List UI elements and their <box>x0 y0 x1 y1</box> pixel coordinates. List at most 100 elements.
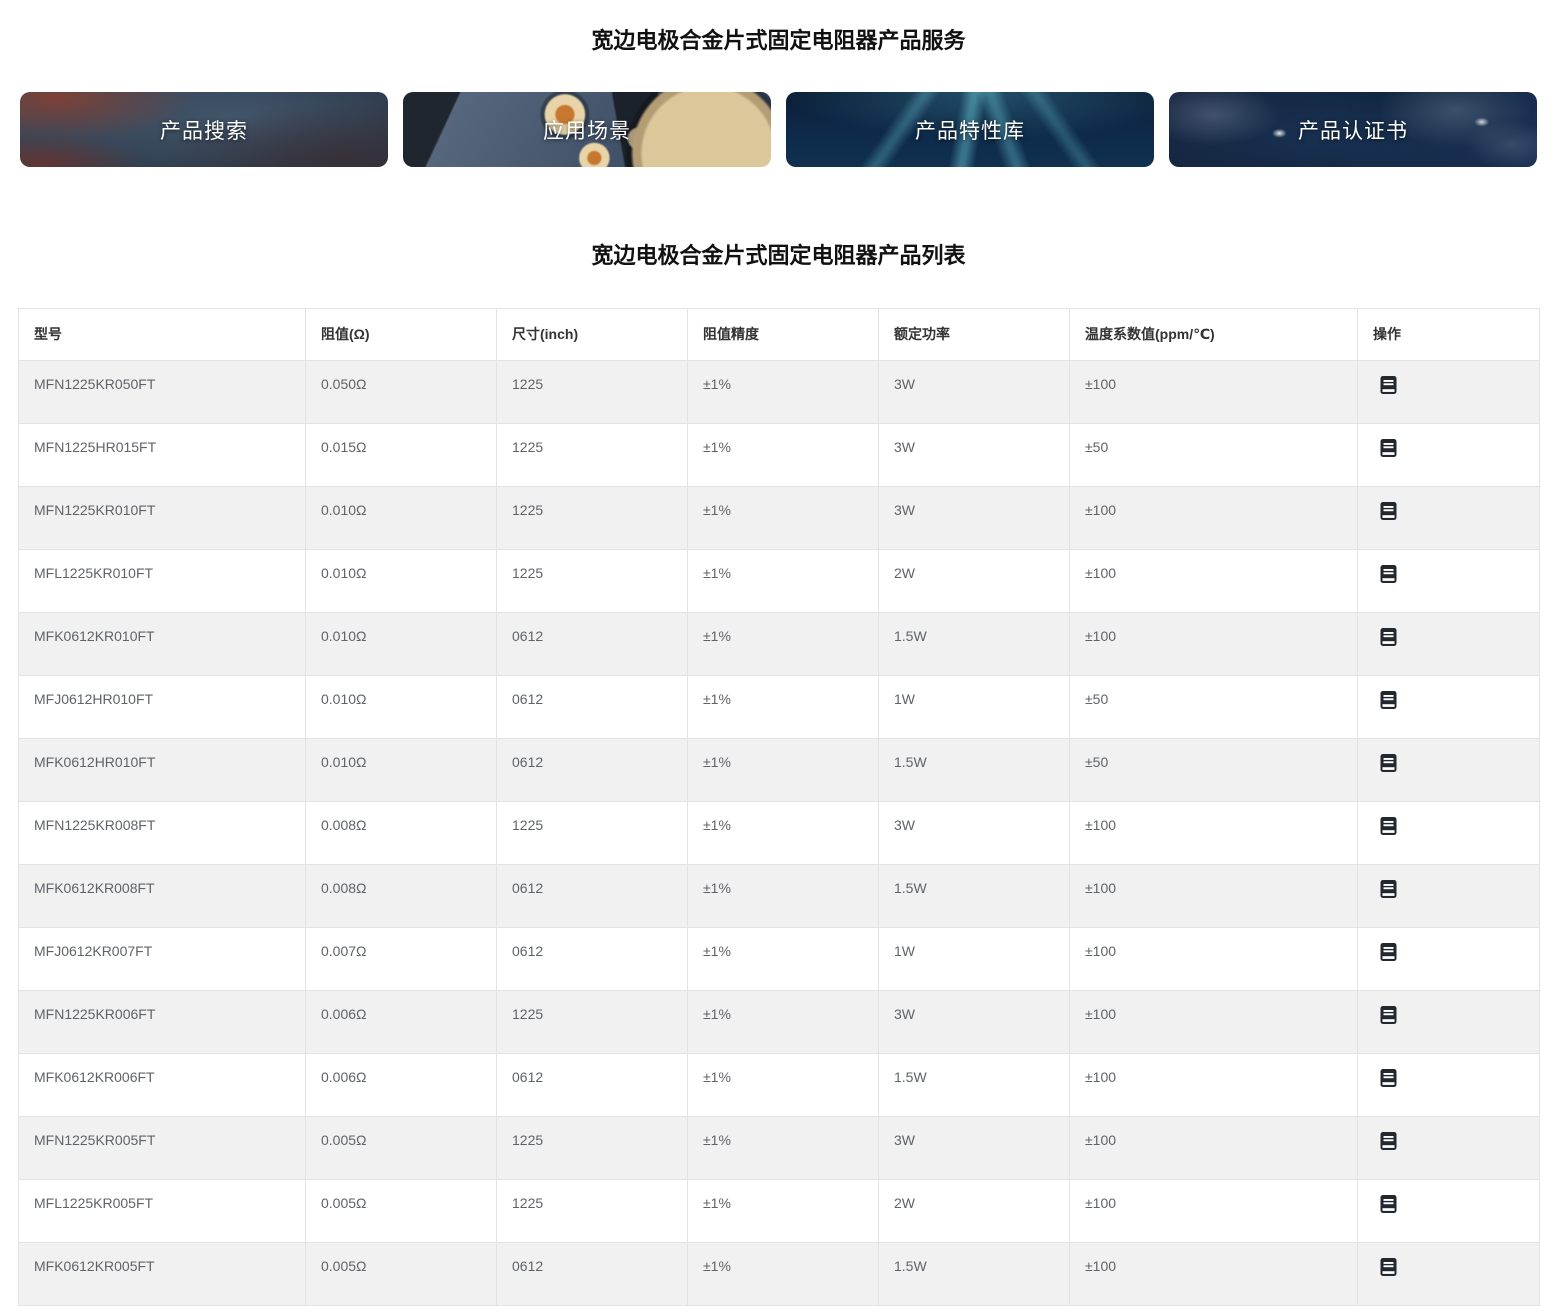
tcr-cell: ±50 <box>1070 738 1358 801</box>
power-cell: 3W <box>879 360 1070 423</box>
column-header: 操作 <box>1358 308 1540 360</box>
size-cell: 0612 <box>497 738 688 801</box>
table-row: MFL1225KR005FT0.005Ω1225±1%2W±100 <box>19 1179 1540 1242</box>
precision-cell: ±1% <box>688 423 879 486</box>
model-cell: MFK0612KR005FT <box>19 1242 306 1305</box>
book-icon[interactable] <box>1380 1132 1397 1150</box>
resistance-cell: 0.008Ω <box>306 864 497 927</box>
size-cell: 1225 <box>497 423 688 486</box>
book-icon[interactable] <box>1380 1195 1397 1213</box>
column-header: 型号 <box>19 308 306 360</box>
nav-application-scenarios-button[interactable]: 应用场景 <box>403 92 771 167</box>
column-header: 额定功率 <box>879 308 1070 360</box>
list-title: 宽边电极合金片式固定电阻器产品列表 <box>18 243 1539 269</box>
model-cell: MFL1225KR010FT <box>19 549 306 612</box>
size-cell: 1225 <box>497 360 688 423</box>
precision-cell: ±1% <box>688 675 879 738</box>
book-icon[interactable] <box>1380 565 1397 583</box>
resistance-cell: 0.010Ω <box>306 486 497 549</box>
tcr-cell: ±100 <box>1070 1242 1358 1305</box>
book-icon[interactable] <box>1380 628 1397 646</box>
size-cell: 0612 <box>497 864 688 927</box>
model-cell: MFN1225KR006FT <box>19 990 306 1053</box>
nav-application-scenarios-label: 应用场景 <box>543 115 631 145</box>
precision-cell: ±1% <box>688 1179 879 1242</box>
book-icon[interactable] <box>1380 1258 1397 1276</box>
nav-product-certificates-label: 产品认证书 <box>1298 115 1408 145</box>
column-header: 阻值精度 <box>688 308 879 360</box>
table-row: MFJ0612KR007FT0.007Ω0612±1%1W±100 <box>19 927 1540 990</box>
action-cell <box>1358 738 1540 801</box>
table-row: MFN1225KR010FT0.010Ω1225±1%3W±100 <box>19 486 1540 549</box>
precision-cell: ±1% <box>688 1053 879 1116</box>
book-icon[interactable] <box>1380 1006 1397 1024</box>
precision-cell: ±1% <box>688 738 879 801</box>
tcr-cell: ±100 <box>1070 1116 1358 1179</box>
tcr-cell: ±100 <box>1070 1053 1358 1116</box>
model-cell: MFN1225HR015FT <box>19 423 306 486</box>
power-cell: 1.5W <box>879 1053 1070 1116</box>
precision-cell: ±1% <box>688 612 879 675</box>
table-header-row: 型号阻值(Ω)尺寸(inch)阻值精度额定功率温度系数值(ppm/℃)操作 <box>19 308 1540 360</box>
table-row: MFL1225KR010FT0.010Ω1225±1%2W±100 <box>19 549 1540 612</box>
power-cell: 2W <box>879 1179 1070 1242</box>
action-cell <box>1358 1179 1540 1242</box>
size-cell: 1225 <box>497 486 688 549</box>
page-root: 宽边电极合金片式固定电阻器产品服务 产品搜索 应用场景 产品特性库 产品认证书 … <box>0 28 1557 1312</box>
table-body: MFN1225KR050FT0.050Ω1225±1%3W±100 MFN122… <box>19 360 1540 1305</box>
action-cell <box>1358 486 1540 549</box>
table-row: MFK0612KR005FT0.005Ω0612±1%1.5W±100 <box>19 1242 1540 1305</box>
power-cell: 1.5W <box>879 1242 1070 1305</box>
nav-product-characteristics-button[interactable]: 产品特性库 <box>786 92 1154 167</box>
nav-product-search-label: 产品搜索 <box>160 115 248 145</box>
book-icon[interactable] <box>1380 817 1397 835</box>
precision-cell: ±1% <box>688 360 879 423</box>
book-icon[interactable] <box>1380 691 1397 709</box>
model-cell: MFK0612HR010FT <box>19 738 306 801</box>
action-cell <box>1358 423 1540 486</box>
book-icon[interactable] <box>1380 880 1397 898</box>
power-cell: 2W <box>879 549 1070 612</box>
size-cell: 0612 <box>497 612 688 675</box>
table-row: MFK0612KR010FT0.010Ω0612±1%1.5W±100 <box>19 612 1540 675</box>
resistance-cell: 0.010Ω <box>306 738 497 801</box>
book-icon[interactable] <box>1380 502 1397 520</box>
nav-product-search-button[interactable]: 产品搜索 <box>20 92 388 167</box>
model-cell: MFK0612KR010FT <box>19 612 306 675</box>
action-cell <box>1358 927 1540 990</box>
size-cell: 0612 <box>497 1242 688 1305</box>
power-cell: 3W <box>879 990 1070 1053</box>
tcr-cell: ±100 <box>1070 549 1358 612</box>
resistance-cell: 0.005Ω <box>306 1242 497 1305</box>
book-icon[interactable] <box>1380 754 1397 772</box>
size-cell: 1225 <box>497 1116 688 1179</box>
book-icon[interactable] <box>1380 1069 1397 1087</box>
service-title: 宽边电极合金片式固定电阻器产品服务 <box>18 28 1539 54</box>
action-cell <box>1358 1116 1540 1179</box>
action-cell <box>1358 990 1540 1053</box>
size-cell: 0612 <box>497 675 688 738</box>
action-cell <box>1358 675 1540 738</box>
power-cell: 1.5W <box>879 612 1070 675</box>
power-cell: 3W <box>879 486 1070 549</box>
precision-cell: ±1% <box>688 927 879 990</box>
tcr-cell: ±100 <box>1070 612 1358 675</box>
nav-product-certificates-button[interactable]: 产品认证书 <box>1169 92 1537 167</box>
book-icon[interactable] <box>1380 439 1397 457</box>
book-icon[interactable] <box>1380 376 1397 394</box>
column-header: 尺寸(inch) <box>497 308 688 360</box>
precision-cell: ±1% <box>688 801 879 864</box>
tcr-cell: ±50 <box>1070 423 1358 486</box>
table-row: MFK0612KR008FT0.008Ω0612±1%1.5W±100 <box>19 864 1540 927</box>
resistance-cell: 0.005Ω <box>306 1179 497 1242</box>
action-cell <box>1358 801 1540 864</box>
precision-cell: ±1% <box>688 549 879 612</box>
precision-cell: ±1% <box>688 486 879 549</box>
power-cell: 1.5W <box>879 738 1070 801</box>
table-row: MFN1225KR050FT0.050Ω1225±1%3W±100 <box>19 360 1540 423</box>
model-cell: MFJ0612HR010FT <box>19 675 306 738</box>
table-row: MFJ0612HR010FT0.010Ω0612±1%1W±50 <box>19 675 1540 738</box>
size-cell: 0612 <box>497 927 688 990</box>
size-cell: 0612 <box>497 1053 688 1116</box>
book-icon[interactable] <box>1380 943 1397 961</box>
